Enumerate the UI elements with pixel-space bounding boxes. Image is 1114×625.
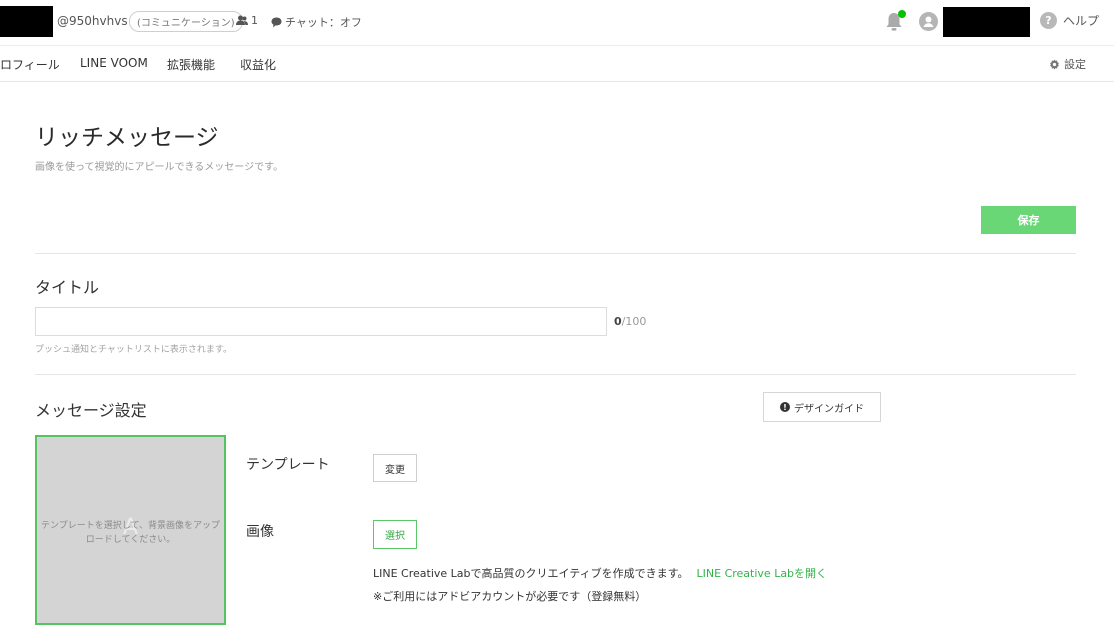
friends-icon bbox=[236, 15, 248, 25]
nav-item-line-voom[interactable]: LINE VOOM bbox=[80, 56, 148, 70]
creative-lab-text: LINE Creative Labで高品質のクリエイティブを作成できます。 bbox=[373, 567, 689, 580]
chat-status[interactable]: チャット：オフ bbox=[271, 14, 362, 30]
category-badge: (コミュニケーション) bbox=[129, 11, 243, 32]
chat-bubble-icon bbox=[271, 17, 282, 27]
top-bar: @950hvhvs (コミュニケーション) 1 チャット：オフ ? ヘルプ bbox=[0, 0, 1114, 46]
save-button[interactable]: 保存 bbox=[981, 206, 1076, 234]
char-count-max: /100 bbox=[621, 315, 647, 328]
char-count-value: 0 bbox=[614, 315, 622, 328]
image-label: 画像 bbox=[246, 524, 274, 540]
message-settings-label: メッセージ設定 bbox=[35, 401, 147, 420]
title-char-count: 0/100 bbox=[614, 315, 646, 328]
rich-message-preview[interactable]: A テンプレートを選択して、背景画像をアップロードしてください。 bbox=[35, 435, 226, 625]
preview-hint: テンプレートを選択して、背景画像をアップロードしてください。 bbox=[40, 521, 220, 545]
main-nav: プロフィール LINE VOOM 拡張機能 収益化 設定 bbox=[0, 46, 1114, 82]
design-guide-label: デザインガイド bbox=[794, 403, 864, 415]
title-input[interactable] bbox=[35, 307, 607, 336]
page-description: 画像を使って視覚的にアピールできるメッセージです。 bbox=[35, 162, 284, 173]
account-id: @950hvhvs bbox=[57, 14, 128, 28]
redacted-account-name bbox=[0, 6, 53, 37]
notification-badge bbox=[898, 10, 906, 18]
settings-label: 設定 bbox=[1064, 58, 1086, 71]
divider bbox=[35, 374, 1076, 375]
title-section-label: タイトル bbox=[35, 278, 100, 297]
creative-lab-note: ※ご利用にはアドビアカウントが必要です（登録無料） bbox=[373, 590, 647, 603]
user-avatar-icon[interactable] bbox=[919, 12, 938, 31]
nav-item-extensions[interactable]: 拡張機能 bbox=[167, 56, 215, 73]
help-label: ヘルプ bbox=[1063, 14, 1100, 28]
design-guide-button[interactable]: ! デザインガイド bbox=[763, 392, 881, 422]
settings-link[interactable]: 設定 bbox=[1049, 56, 1086, 72]
page-title: リッチメッセージ bbox=[35, 125, 219, 151]
friends-count-value: 1 bbox=[251, 14, 258, 27]
template-label: テンプレート bbox=[246, 457, 330, 473]
friends-count[interactable]: 1 bbox=[236, 14, 258, 27]
nav-item-profile[interactable]: プロフィール bbox=[0, 56, 60, 73]
info-icon: ! bbox=[780, 402, 790, 412]
help-link[interactable]: ? ヘルプ bbox=[1040, 12, 1099, 29]
select-image-button[interactable]: 選択 bbox=[373, 520, 417, 549]
title-help-text: プッシュ通知とチャットリストに表示されます。 bbox=[35, 345, 233, 355]
creative-lab-info: LINE Creative Labで高品質のクリエイティブを作成できます。 LIN… bbox=[373, 565, 827, 581]
gear-icon bbox=[1050, 58, 1059, 70]
help-icon: ? bbox=[1040, 12, 1057, 29]
creative-lab-link[interactable]: LINE Creative Labを開く bbox=[697, 567, 828, 580]
nav-item-monetization[interactable]: 収益化 bbox=[240, 56, 276, 73]
change-template-button[interactable]: 変更 bbox=[373, 454, 417, 482]
redacted-user-name bbox=[943, 7, 1030, 37]
divider bbox=[35, 253, 1076, 254]
chat-status-text: チャット：オフ bbox=[285, 16, 362, 29]
